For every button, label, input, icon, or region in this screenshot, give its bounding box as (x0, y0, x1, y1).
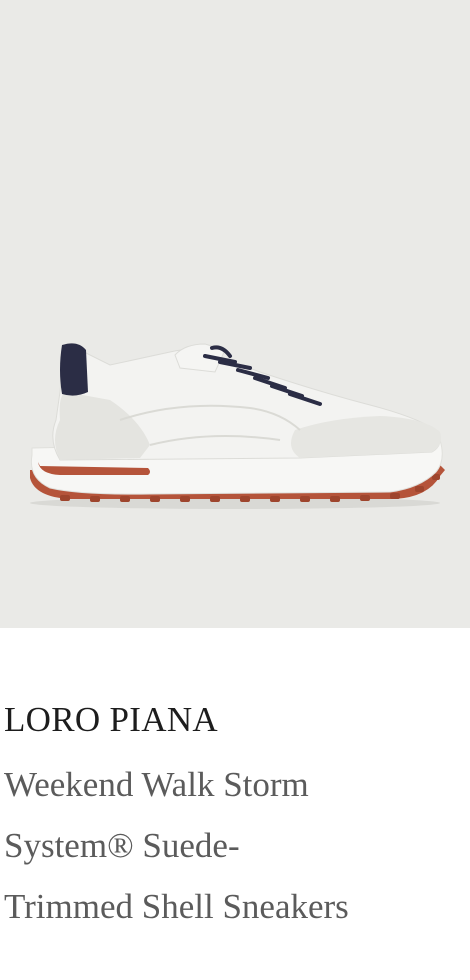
sneaker-illustration (30, 343, 445, 509)
heel-tab (60, 343, 88, 396)
brand-name[interactable]: LORO PIANA (4, 694, 466, 746)
product-name-line-3: Trimmed Shell Sneakers (4, 887, 349, 926)
product-name-line-2: System® Suede- (4, 826, 240, 865)
product-name-line-1: Weekend Walk Storm (4, 765, 309, 804)
product-card[interactable]: LORO PIANA Weekend Walk Storm System® Su… (0, 0, 470, 980)
product-name[interactable]: Weekend Walk Storm System® Suede- Trimme… (4, 754, 466, 937)
product-info: LORO PIANA Weekend Walk Storm System® Su… (4, 694, 466, 937)
product-image[interactable] (0, 0, 470, 628)
